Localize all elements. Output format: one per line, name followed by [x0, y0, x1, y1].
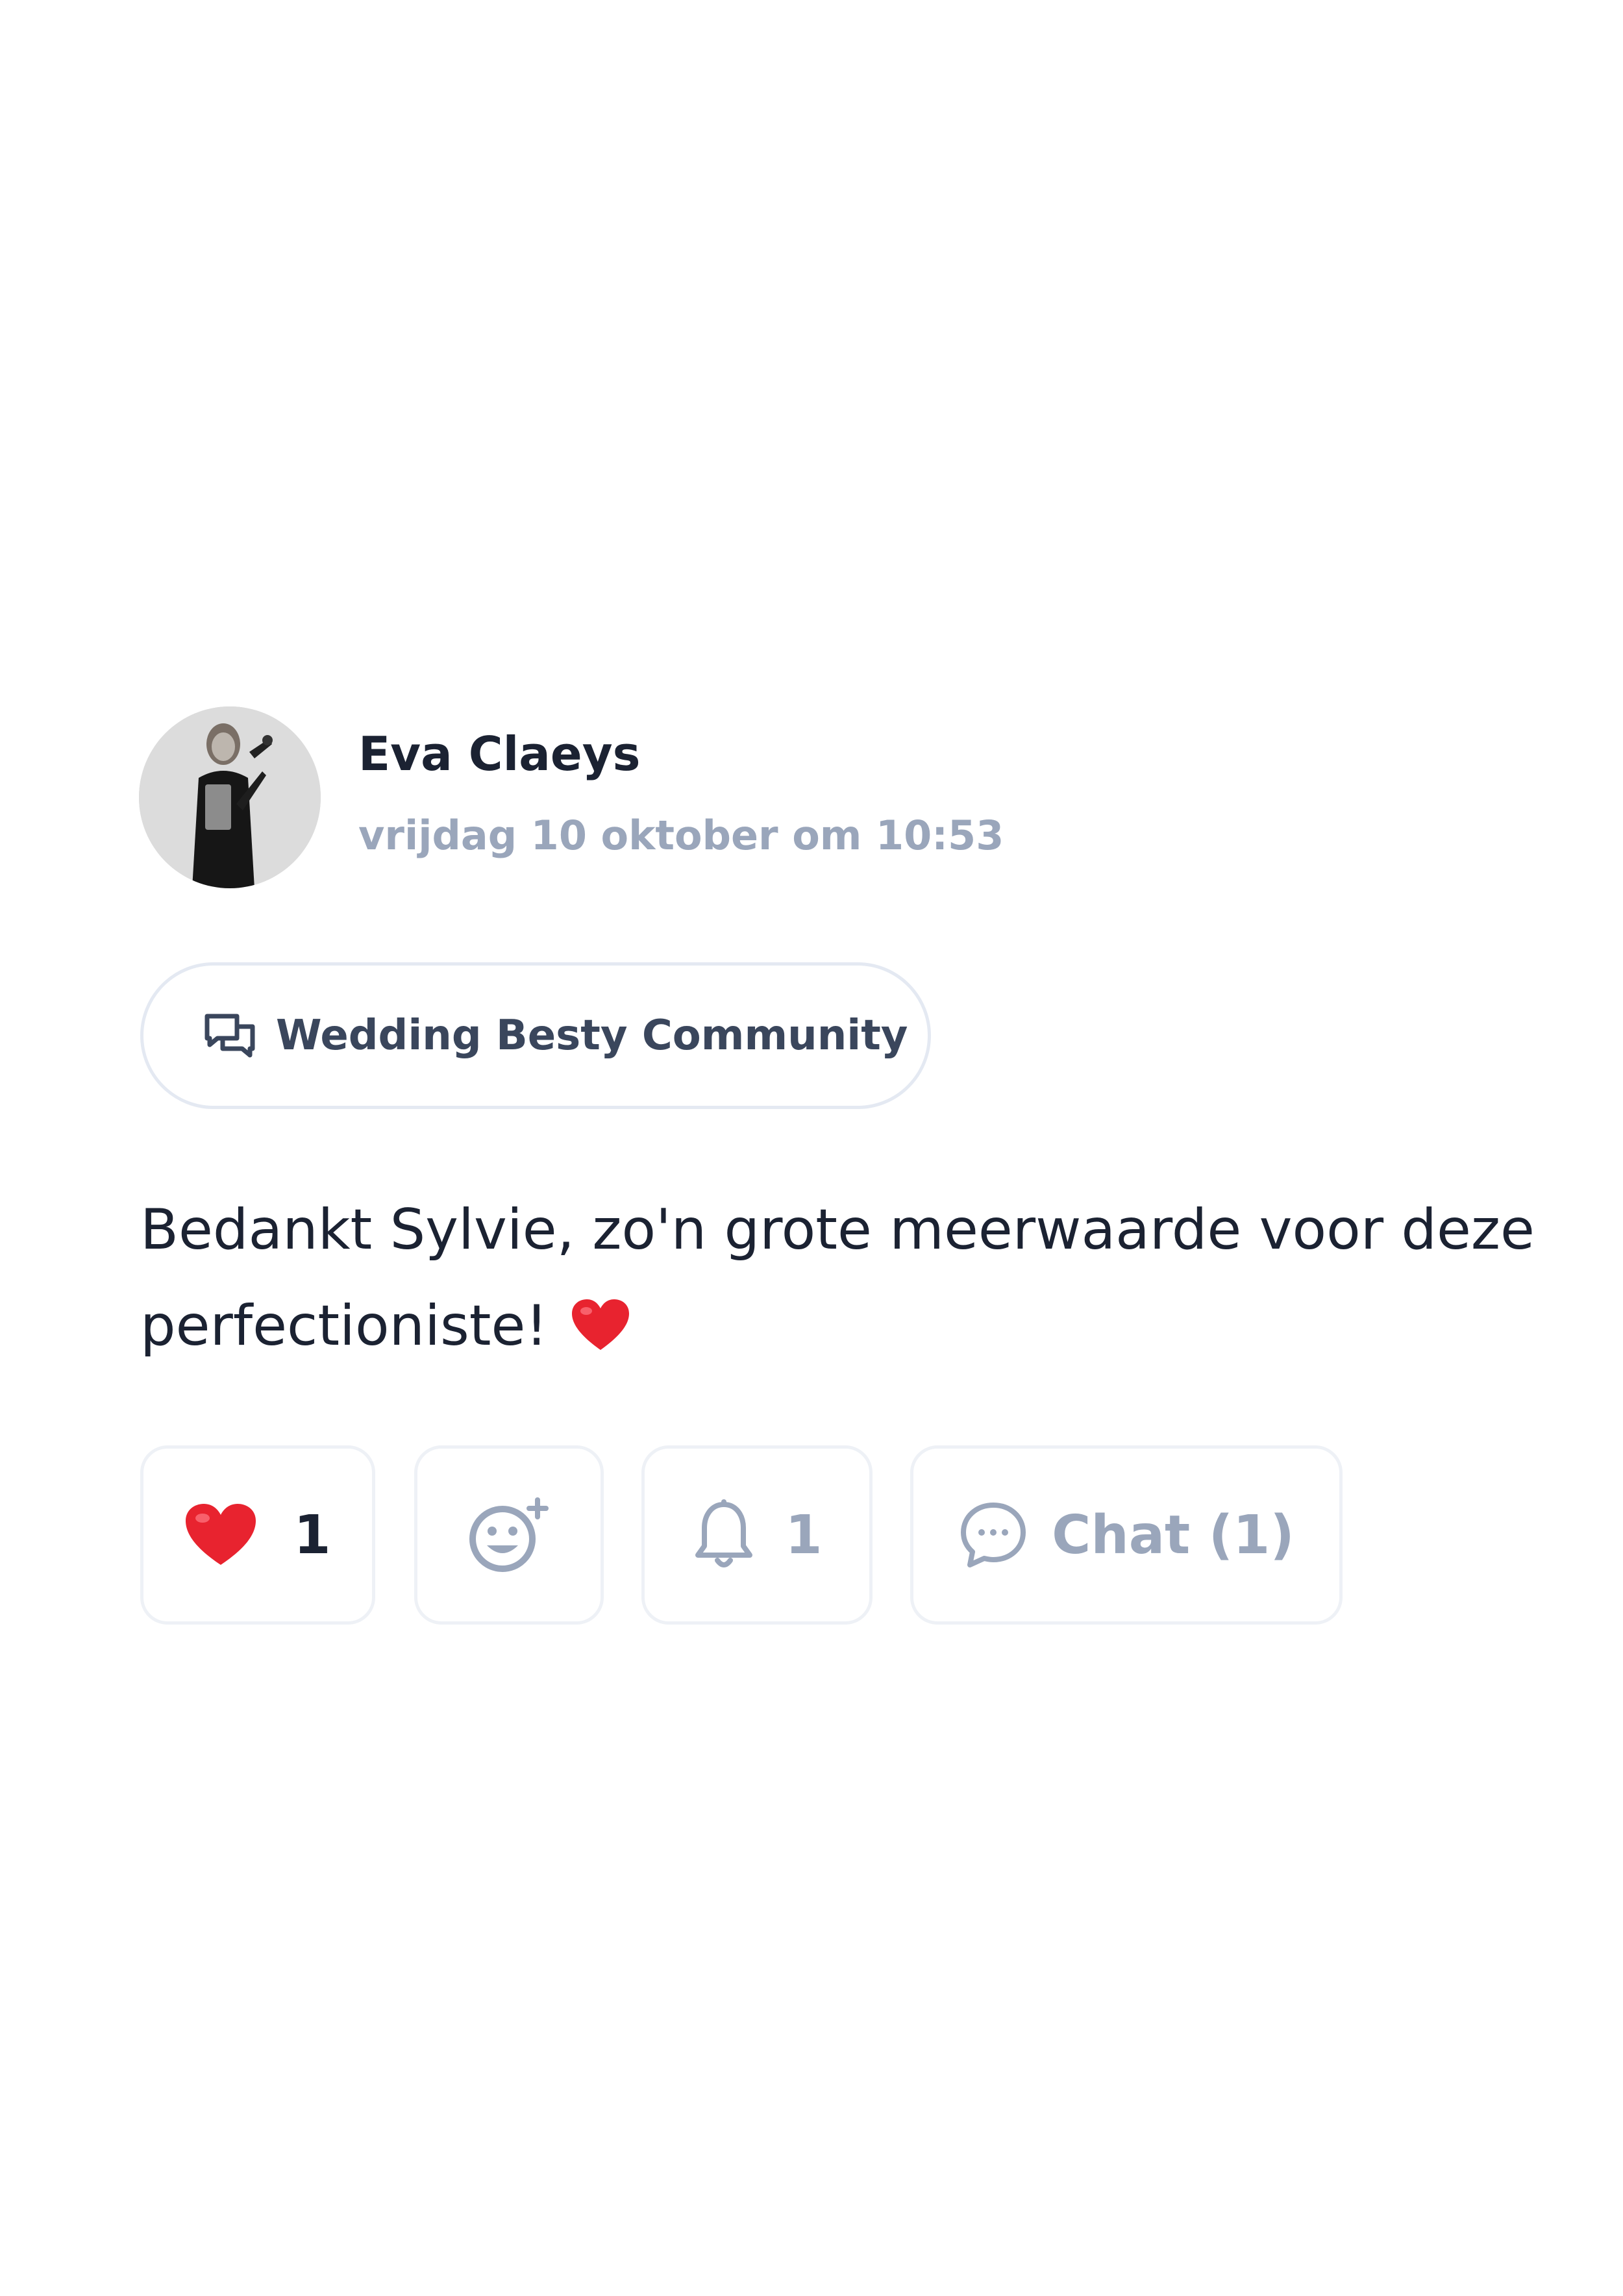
chat-bubble-icon: [961, 1503, 1026, 1567]
add-emoji-icon: [469, 1497, 549, 1572]
bell-icon: [695, 1499, 753, 1567]
post-body-text: Bedankt Sylvie, zo'n grote meerwaarde vo…: [140, 1197, 1535, 1358]
like-button[interactable]: 1: [140, 1445, 375, 1625]
red-heart-icon: [186, 1504, 256, 1565]
avatar-photo: [139, 706, 321, 888]
notify-count: 1: [785, 1504, 823, 1566]
post-timestamp: vrijdag 10 oktober om 10:53: [358, 812, 1004, 859]
red-heart-emoji-icon: [572, 1299, 630, 1350]
add-reaction-button[interactable]: [414, 1445, 604, 1625]
chat-bubbles-icon: [204, 1014, 255, 1058]
chat-label: Chat (1): [1052, 1504, 1295, 1566]
community-label: Wedding Besty Community: [276, 1012, 908, 1060]
author-avatar[interactable]: [139, 706, 321, 888]
community-chip[interactable]: Wedding Besty Community: [140, 962, 931, 1109]
author-name[interactable]: Eva Claeys: [358, 726, 641, 782]
post-body: Bedankt Sylvie, zo'n grote meerwaarde vo…: [140, 1182, 1601, 1374]
notify-button[interactable]: 1: [641, 1445, 873, 1625]
like-count: 1: [293, 1504, 331, 1566]
chat-button[interactable]: Chat (1): [910, 1445, 1343, 1625]
